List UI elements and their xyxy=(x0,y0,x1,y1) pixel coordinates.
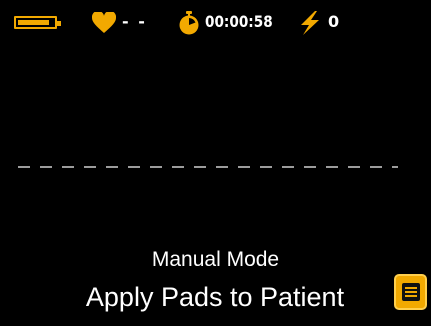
battery-icon xyxy=(14,16,61,29)
shock-count-value: 0 xyxy=(328,12,340,31)
defibrillator-screen: - - 00:00:58 0 Manual Mode Apply Pads to… xyxy=(0,0,431,326)
mode-label: Manual Mode xyxy=(151,248,280,271)
menu-list-icon xyxy=(402,283,420,301)
status-bar: - - 00:00:58 0 xyxy=(0,0,431,40)
prompt-message: Apply Pads to Patient xyxy=(85,282,345,312)
menu-button[interactable] xyxy=(394,274,427,310)
stopwatch-icon xyxy=(179,11,199,35)
ecg-trace-dashed-line xyxy=(18,166,398,168)
heart-rate-value: - - xyxy=(122,12,147,31)
battery-level-fill xyxy=(18,20,50,25)
battery-tip xyxy=(57,21,61,26)
lightning-bolt-icon xyxy=(301,11,319,35)
elapsed-time-value: 00:00:58 xyxy=(205,12,273,31)
heart-icon xyxy=(92,12,116,33)
